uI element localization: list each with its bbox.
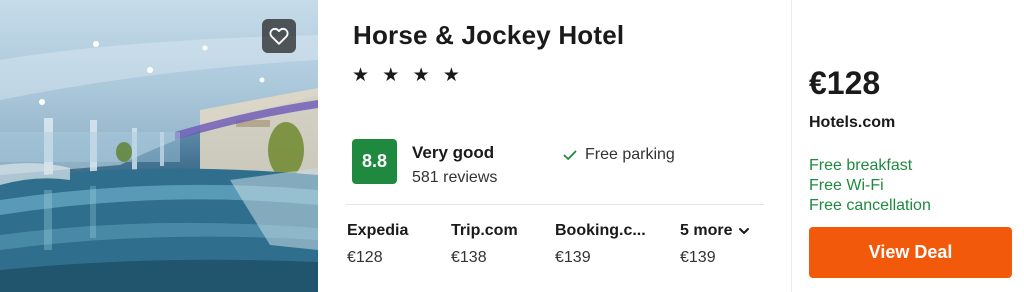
provider-price: €139 [555, 249, 591, 266]
star-rating: ★ ★ ★ ★ [352, 65, 464, 86]
favorite-button[interactable] [262, 19, 296, 53]
heart-outline-icon [269, 27, 289, 45]
rating-score-badge: 8.8 [352, 139, 397, 184]
divider [346, 204, 764, 205]
more-providers-button[interactable]: 5 more [680, 222, 770, 240]
column-divider [791, 0, 792, 292]
provider-booking-com[interactable]: Booking.c... €139 [555, 222, 665, 267]
deal-provider: Hotels.com [809, 114, 896, 131]
chevron-down-icon [739, 228, 750, 234]
provider-name: Booking.c... [555, 222, 646, 239]
perk-free-cancellation: Free cancellation [809, 197, 931, 214]
provider-trip-com[interactable]: Trip.com €138 [451, 222, 561, 267]
more-providers[interactable]: 5 more €139 [680, 222, 770, 267]
perk-free-wifi: Free Wi-Fi [809, 177, 884, 194]
amenity-free-parking: Free parking [562, 146, 675, 164]
more-providers-label: 5 more [680, 222, 733, 239]
hotel-photo[interactable] [0, 0, 318, 292]
review-count[interactable]: 581 reviews [412, 169, 497, 187]
rating-label: Very good [412, 143, 495, 162]
hotel-name[interactable]: Horse & Jockey Hotel [353, 20, 624, 51]
provider-price: €138 [451, 249, 487, 266]
perk-free-breakfast: Free breakfast [809, 157, 913, 174]
provider-name: Expedia [347, 222, 409, 239]
deal-price: €128 [809, 65, 881, 101]
view-deal-button[interactable]: View Deal [809, 227, 1012, 278]
amenity-label: Free parking [585, 146, 675, 163]
deal-perks: Free breakfast Free Wi-Fi Free cancellat… [809, 156, 931, 216]
checkmark-icon [563, 150, 577, 160]
hotel-result-card: Horse & Jockey Hotel ★ ★ ★ ★ 8.8 Very go… [0, 0, 1024, 292]
provider-expedia[interactable]: Expedia €128 [347, 222, 457, 267]
provider-price: €128 [347, 249, 383, 266]
provider-name: Trip.com [451, 222, 518, 239]
more-providers-price: €139 [680, 249, 716, 266]
